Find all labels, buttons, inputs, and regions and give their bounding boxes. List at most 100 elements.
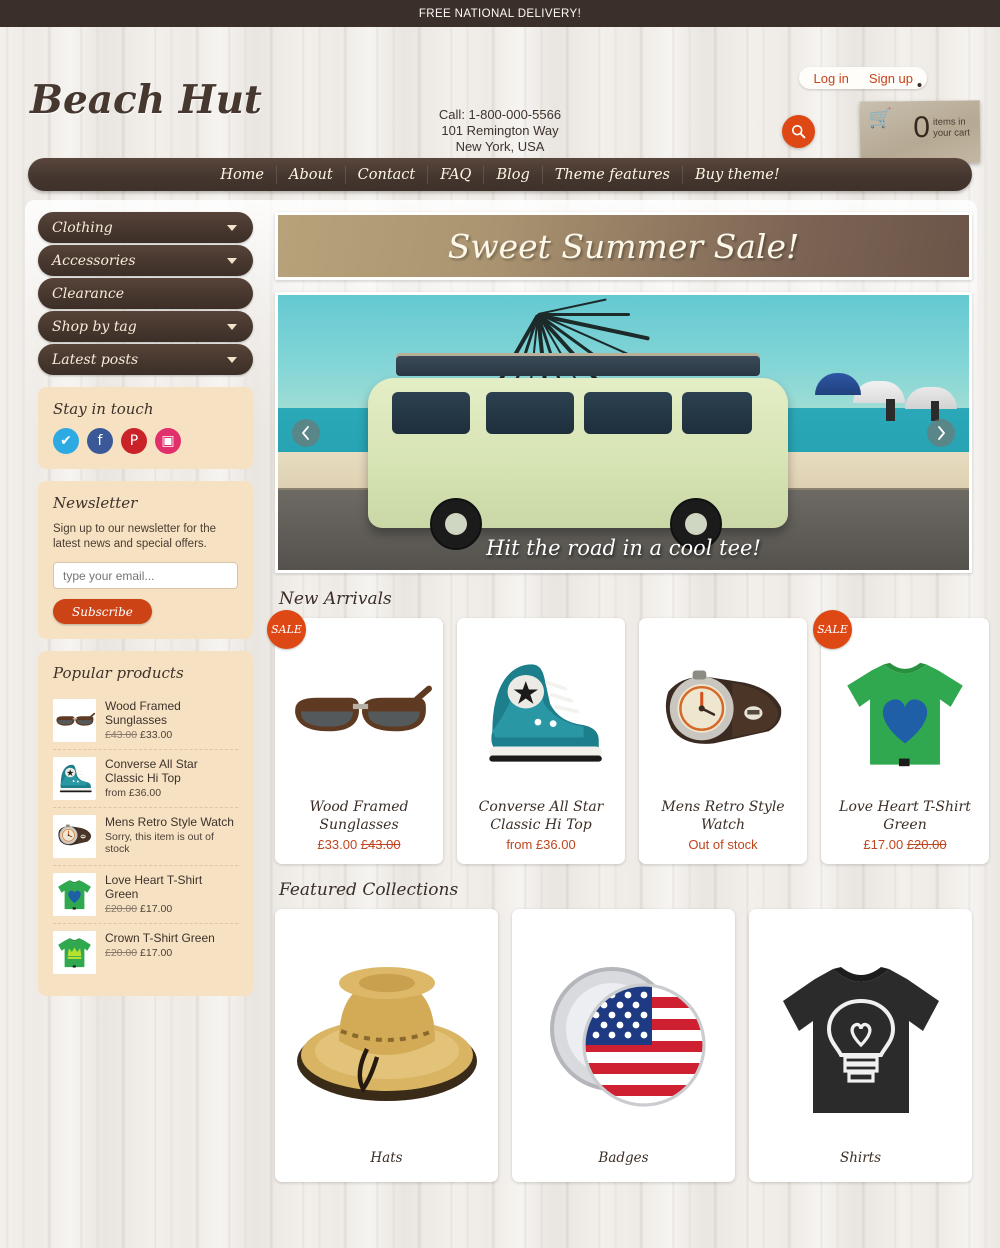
popular-product-item[interactable]: Wood Framed Sunglasses £43.00 £33.00 (53, 692, 238, 749)
tshirt-heart-image (829, 637, 981, 789)
popular-product-thumbnail (53, 931, 96, 974)
category-label: Clearance (52, 285, 125, 302)
newsletter-subscribe-button[interactable]: Subscribe (53, 599, 152, 624)
vw-van-graphic (368, 356, 788, 550)
popular-product-price: Sorry, this item is out of stock (105, 831, 214, 855)
social-links: ✔ f P ▣ (53, 428, 238, 454)
nav-item-about[interactable]: About (276, 165, 345, 184)
category-clearance[interactable]: Clearance (38, 278, 253, 309)
site-header: Beach Hut Call: 1-800-000-5566 101 Remin… (0, 27, 1000, 164)
van-roof-rack (396, 356, 760, 376)
pinterest-icon[interactable]: P (121, 428, 147, 454)
search-button[interactable] (782, 115, 815, 148)
popular-product-info: Mens Retro Style Watch Sorry, this item i… (105, 815, 238, 855)
collection-card[interactable]: Badges (512, 909, 735, 1182)
popular-product-title: Mens Retro Style Watch (105, 815, 234, 829)
product-image (465, 628, 617, 798)
twitter-icon[interactable]: ✔ (53, 428, 79, 454)
category-accessories[interactable]: Accessories (38, 245, 253, 276)
collection-name: Badges (598, 1150, 649, 1166)
category-label: Latest posts (52, 351, 139, 368)
newsletter-widget: Newsletter Sign up to our newsletter for… (38, 481, 253, 639)
tshirt-crown-image (53, 931, 96, 974)
announcement-bar: FREE NATIONAL DELIVERY! (0, 0, 1000, 27)
search-icon (791, 124, 806, 139)
cart-label-line2: your cart (932, 127, 971, 139)
cart-count: 0 (913, 110, 931, 145)
beach-person (886, 399, 895, 421)
hero-slideshow[interactable]: Hit the road in a cool tee! (275, 292, 972, 573)
collection-image (285, 923, 488, 1150)
chevron-down-icon (227, 224, 237, 231)
product-card[interactable]: SALE Wood Framed Sunglasses £33.00 £43.00 (267, 610, 443, 864)
slideshow-next-button[interactable] (927, 418, 955, 447)
popular-product-item[interactable]: Love Heart T-Shirt Green £20.00 £17.00 (53, 865, 238, 923)
popular-product-title: Converse All Star Classic Hi Top (105, 757, 198, 785)
newsletter-email-input[interactable] (53, 562, 238, 589)
category-shop-by-tag[interactable]: Shop by tag (38, 311, 253, 342)
popular-product-item[interactable]: Converse All Star Classic Hi Top from £36… (53, 749, 238, 807)
converse-image (465, 637, 617, 789)
product-name: Wood Framed Sunglasses (309, 799, 409, 833)
cart-sign-nail (917, 82, 922, 88)
product-card[interactable]: SALE Love Heart T-Shirt Green £17.00 £20.… (813, 610, 989, 864)
popular-product-price: £20.00 £17.00 (105, 947, 173, 959)
watch-image (647, 637, 799, 789)
collection-name: Hats (370, 1150, 403, 1166)
slideshow-prev-button[interactable] (292, 418, 320, 447)
popular-product-item[interactable]: Mens Retro Style Watch Sorry, this item i… (53, 807, 238, 865)
popular-product-title: Love Heart T-Shirt Green (105, 873, 203, 901)
badge-image (523, 936, 724, 1137)
popular-products-title: Popular products (53, 664, 184, 682)
collection-card[interactable]: Shirts (749, 909, 972, 1182)
nav-item-buy-theme[interactable]: Buy theme! (682, 165, 792, 184)
contact-info: Call: 1-800-000-5566 101 Remington Way N… (0, 107, 1000, 155)
van-window (486, 392, 574, 434)
nav-item-home[interactable]: Home (208, 166, 276, 184)
collection-card[interactable]: Hats (275, 909, 498, 1182)
popular-product-price: from £36.00 (105, 787, 162, 799)
chevron-down-icon (227, 356, 237, 363)
category-clothing[interactable]: Clothing (38, 212, 253, 243)
van-window (584, 392, 672, 434)
social-widget: Stay in touch ✔ f P ▣ (38, 387, 253, 469)
cart-label-line1: items in (932, 116, 966, 128)
popular-products-list: Wood Framed Sunglasses £43.00 £33.00 Conv… (53, 692, 238, 981)
product-name: Mens Retro Style Watch (661, 799, 785, 833)
popular-product-info: Crown T-Shirt Green £20.00 £17.00 (105, 931, 238, 959)
category-latest-posts[interactable]: Latest posts (38, 344, 253, 375)
hat-image (286, 936, 487, 1137)
nav-item-contact[interactable]: Contact (344, 165, 428, 184)
nav-item-theme-features[interactable]: Theme features (541, 165, 682, 184)
tshirt-heart-image (53, 873, 96, 916)
product-price: £17.00 £20.00 (863, 837, 947, 852)
popular-product-info: Love Heart T-Shirt Green £20.00 £17.00 (105, 873, 238, 915)
popular-product-item[interactable]: Crown T-Shirt Green £20.00 £17.00 (53, 923, 238, 981)
product-price: Out of stock (688, 837, 758, 852)
popular-product-thumbnail (53, 815, 96, 858)
product-card[interactable]: Converse All Star Classic Hi Top from £36… (457, 618, 625, 864)
facebook-icon[interactable]: f (87, 428, 113, 454)
sale-badge: SALE (267, 610, 306, 649)
popular-product-price: £43.00 £33.00 (105, 729, 173, 741)
login-link[interactable]: Log in (813, 71, 848, 86)
instagram-icon[interactable]: ▣ (155, 428, 181, 454)
promo-banner[interactable]: Sweet Summer Sale! (275, 212, 972, 280)
popular-product-thumbnail (53, 699, 96, 742)
contact-phone: Call: 1-800-000-5566 (438, 107, 562, 122)
nav-item-blog[interactable]: Blog (483, 165, 541, 184)
nav-item-faq[interactable]: FAQ (427, 165, 483, 184)
featured-collections-grid: Hats Badges Shirts (275, 909, 972, 1182)
sunglasses-image (53, 699, 96, 742)
signup-link[interactable]: Sign up (869, 71, 913, 86)
chevron-left-icon (302, 425, 309, 440)
collection-image (759, 923, 962, 1150)
collection-image (522, 923, 725, 1150)
featured-collections-title: Featured Collections (279, 880, 459, 900)
popular-product-thumbnail (53, 757, 96, 800)
chevron-right-icon (938, 425, 945, 440)
contact-street: 101 Remington Way (441, 123, 559, 138)
cart-widget[interactable]: 🛒 0 items in your cart (859, 82, 981, 164)
product-card[interactable]: Mens Retro Style Watch Out of stock (639, 618, 807, 864)
category-label: Shop by tag (52, 318, 137, 335)
